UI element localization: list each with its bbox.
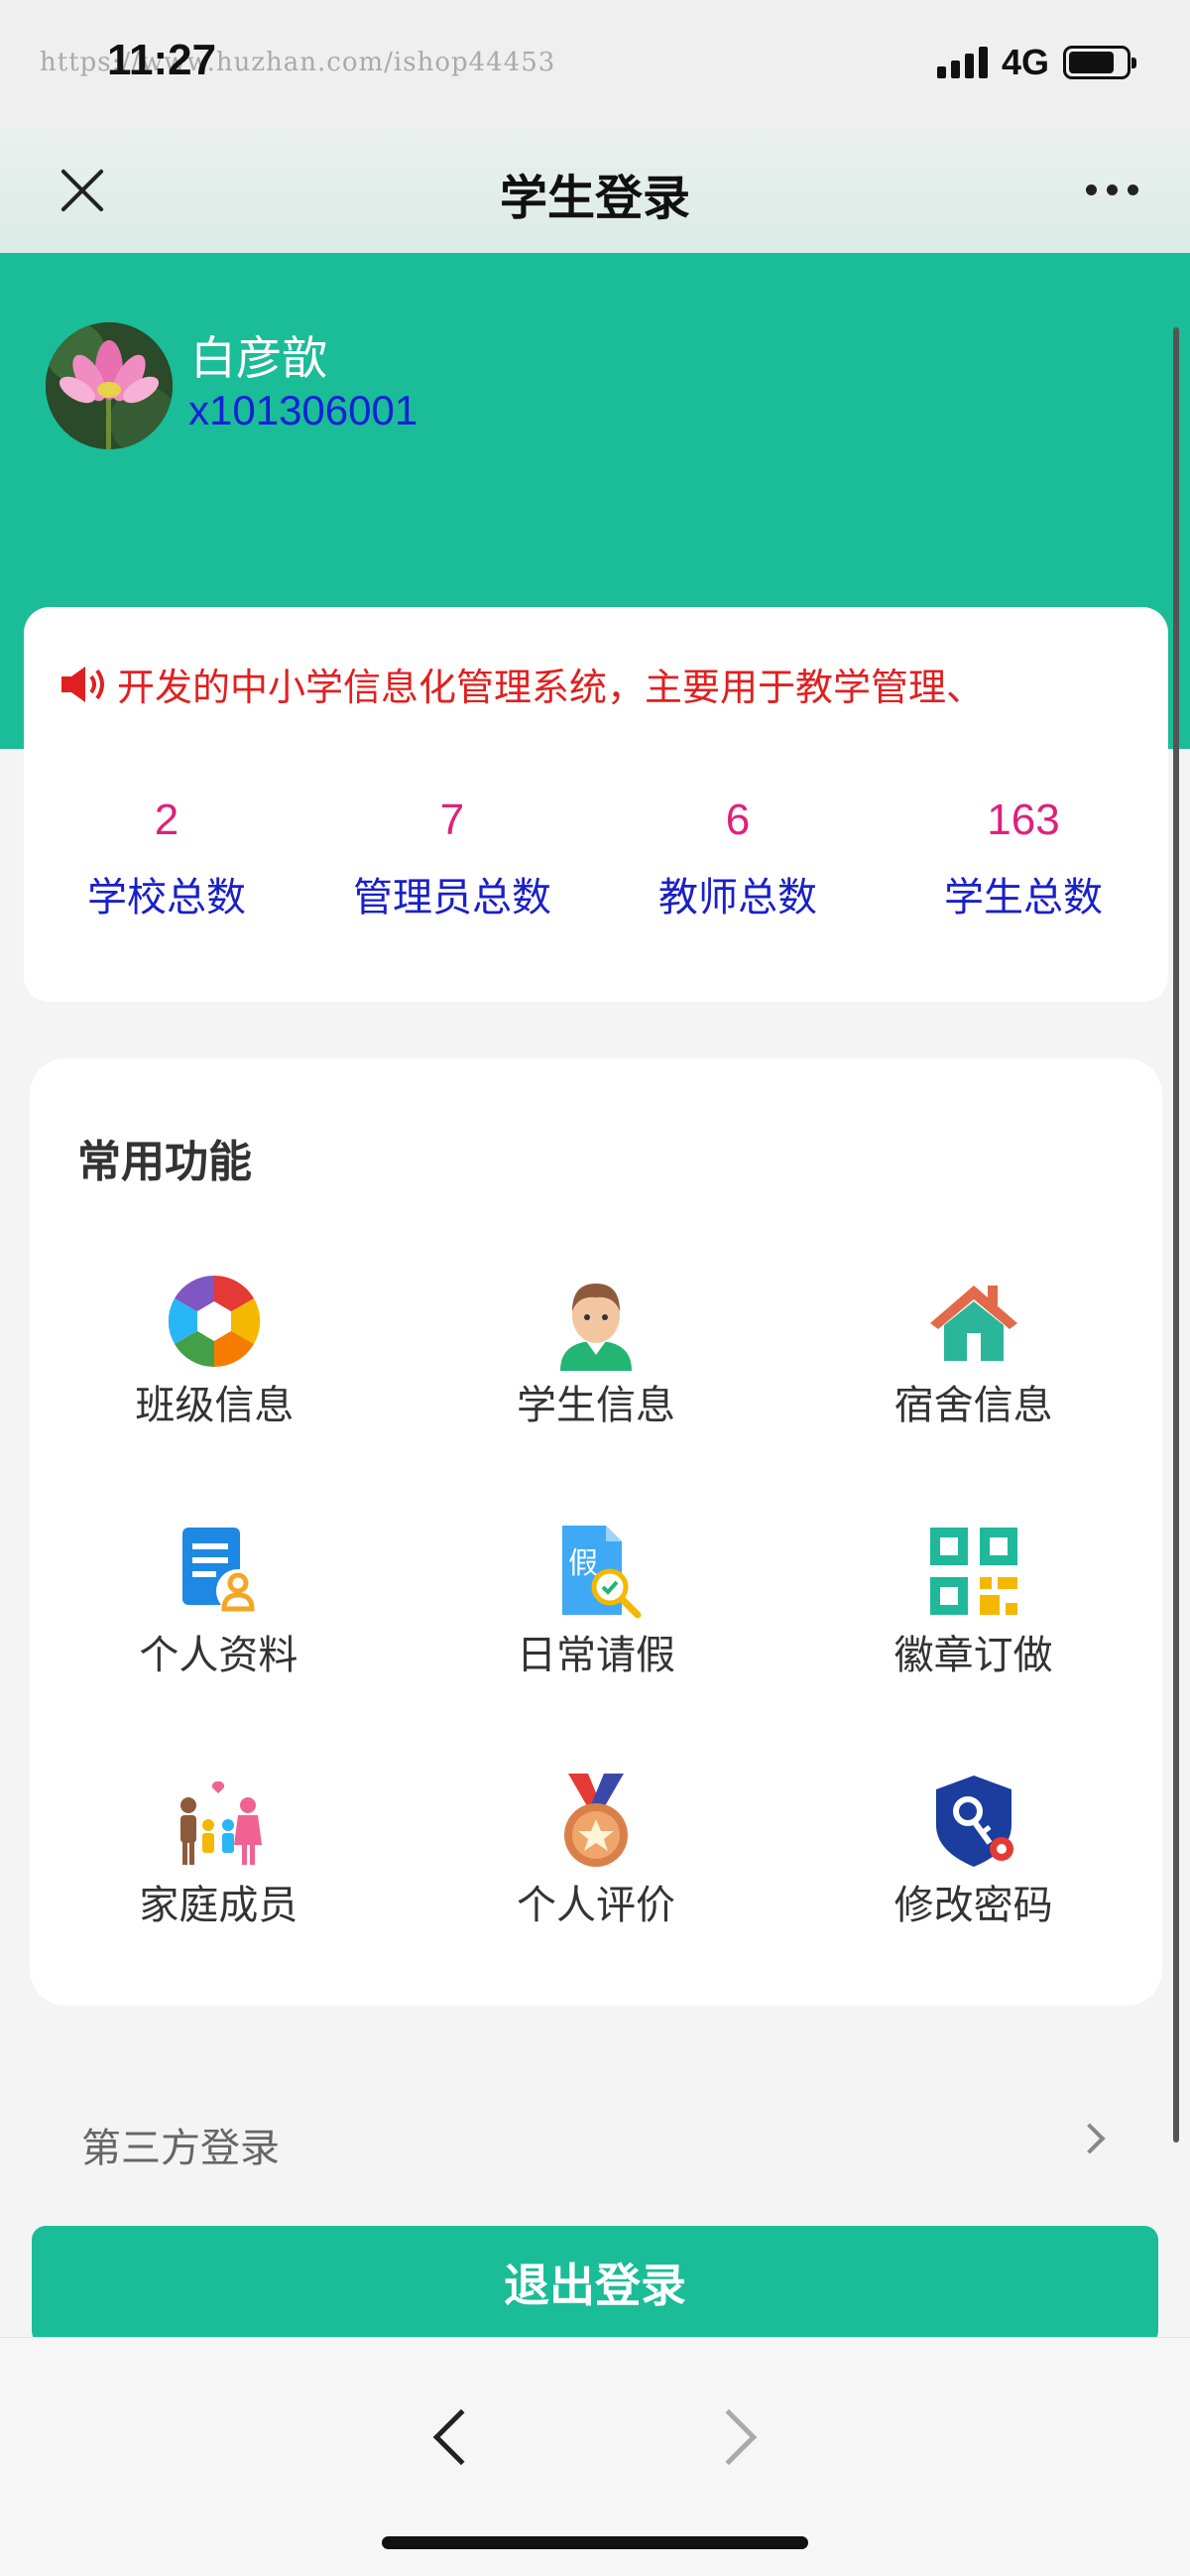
function-label: 徽章订做 <box>893 1633 1053 1678</box>
third-party-login-row[interactable]: 第三方登录 <box>0 2088 1190 2197</box>
function-label: 家庭成员 <box>139 1883 298 1928</box>
function-dorm-info[interactable]: 宿舍信息 <box>784 1272 1162 1522</box>
aperture-icon <box>169 1275 261 1368</box>
user-id: x101306001 <box>188 387 418 433</box>
stat-label: 教师总数 <box>658 875 817 920</box>
stat-teachers[interactable]: 6 教师总数 <box>595 796 881 922</box>
function-student-info[interactable]: 学生信息 <box>408 1272 785 1522</box>
function-evaluation[interactable]: 个人评价 <box>408 1772 785 2022</box>
function-label: 个人评价 <box>516 1883 675 1928</box>
medal-icon <box>563 1774 628 1867</box>
function-change-password[interactable]: 修改密码 <box>784 1772 1162 2022</box>
scrollbar[interactable] <box>1173 327 1179 2143</box>
stat-value: 6 <box>725 796 751 844</box>
avatar[interactable] <box>46 322 173 449</box>
status-indicators: 4G <box>936 42 1136 83</box>
function-profile[interactable]: 个人资料 <box>30 1522 408 1772</box>
signal-icon <box>936 47 988 78</box>
function-label: 宿舍信息 <box>893 1383 1053 1428</box>
stat-value: 2 <box>154 796 179 844</box>
student-avatar-icon <box>559 1284 632 1371</box>
user-name: 白彦歆 <box>190 331 327 385</box>
notice-text: 开发的中小学信息化管理系统，主要用于教学管理、 <box>117 666 985 709</box>
function-family[interactable]: 家庭成员 <box>30 1772 408 2022</box>
family-icon <box>180 1780 263 1865</box>
function-label: 班级信息 <box>135 1383 295 1428</box>
speaker-icon <box>61 666 104 702</box>
function-label: 学生信息 <box>516 1383 675 1428</box>
house-icon <box>929 1286 1017 1361</box>
common-functions-card: 常用功能 班级信息 学生信息 宿舍信息 个人资料 假 日常请假 徽章订做 家庭成… <box>30 1058 1162 2006</box>
logout-button[interactable]: 退出登录 <box>32 2226 1158 2345</box>
battery-fill <box>1069 52 1114 73</box>
function-class-info[interactable]: 班级信息 <box>26 1272 404 1522</box>
status-time: 11:27 <box>107 36 217 84</box>
back-arrow-icon[interactable] <box>432 2408 490 2466</box>
function-leave[interactable]: 假 日常请假 <box>408 1522 785 1772</box>
stat-schools[interactable]: 2 学校总数 <box>24 796 309 922</box>
section-title: 常用功能 <box>77 1137 252 1187</box>
function-label: 日常请假 <box>516 1633 675 1678</box>
browser-nav-bar <box>0 2337 1190 2576</box>
function-label: 个人资料 <box>139 1633 298 1678</box>
lotus-avatar-image <box>46 322 173 449</box>
function-label: 修改密码 <box>893 1883 1053 1928</box>
stat-value: 7 <box>439 796 465 844</box>
function-grid: 班级信息 学生信息 宿舍信息 个人资料 假 日常请假 徽章订做 家庭成员 个人评… <box>30 1272 1162 2022</box>
third-party-label: 第三方登录 <box>81 2126 280 2171</box>
network-type: 4G <box>1001 42 1049 82</box>
stat-students[interactable]: 163 学生总数 <box>881 796 1166 922</box>
svg-text:假: 假 <box>568 1546 598 1581</box>
leave-doc-icon: 假 <box>561 1526 642 1619</box>
chevron-right-icon <box>1074 2123 1106 2154</box>
qr-code-icon <box>929 1528 1017 1615</box>
home-indicator[interactable] <box>382 2536 808 2549</box>
stat-label: 学生总数 <box>944 875 1103 920</box>
notice-marquee[interactable]: 开发的中小学信息化管理系统，主要用于教学管理、 <box>60 657 1130 711</box>
page-title: 学生登录 <box>499 171 690 226</box>
battery-icon <box>1063 46 1136 79</box>
function-badge-order[interactable]: 徽章订做 <box>784 1522 1162 1772</box>
stat-admins[interactable]: 7 管理员总数 <box>309 796 595 922</box>
stat-label: 学校总数 <box>87 875 246 920</box>
profile-doc-icon <box>182 1528 261 1613</box>
stat-label: 管理员总数 <box>353 875 551 920</box>
title-bar: 学生登录 <box>0 129 1190 253</box>
stats-card: 开发的中小学信息化管理系统，主要用于教学管理、 2 学校总数 7 管理员总数 6… <box>24 607 1168 1002</box>
forward-arrow-icon[interactable] <box>700 2408 758 2466</box>
key-shield-icon <box>935 1776 1013 1867</box>
more-options-icon[interactable] <box>1086 184 1138 195</box>
stats-row: 2 学校总数 7 管理员总数 6 教师总数 163 学生总数 <box>24 796 1168 922</box>
stat-value: 163 <box>987 796 1060 844</box>
status-bar: https://www.huzhan.com/ishop44453 11:27 … <box>0 0 1190 129</box>
